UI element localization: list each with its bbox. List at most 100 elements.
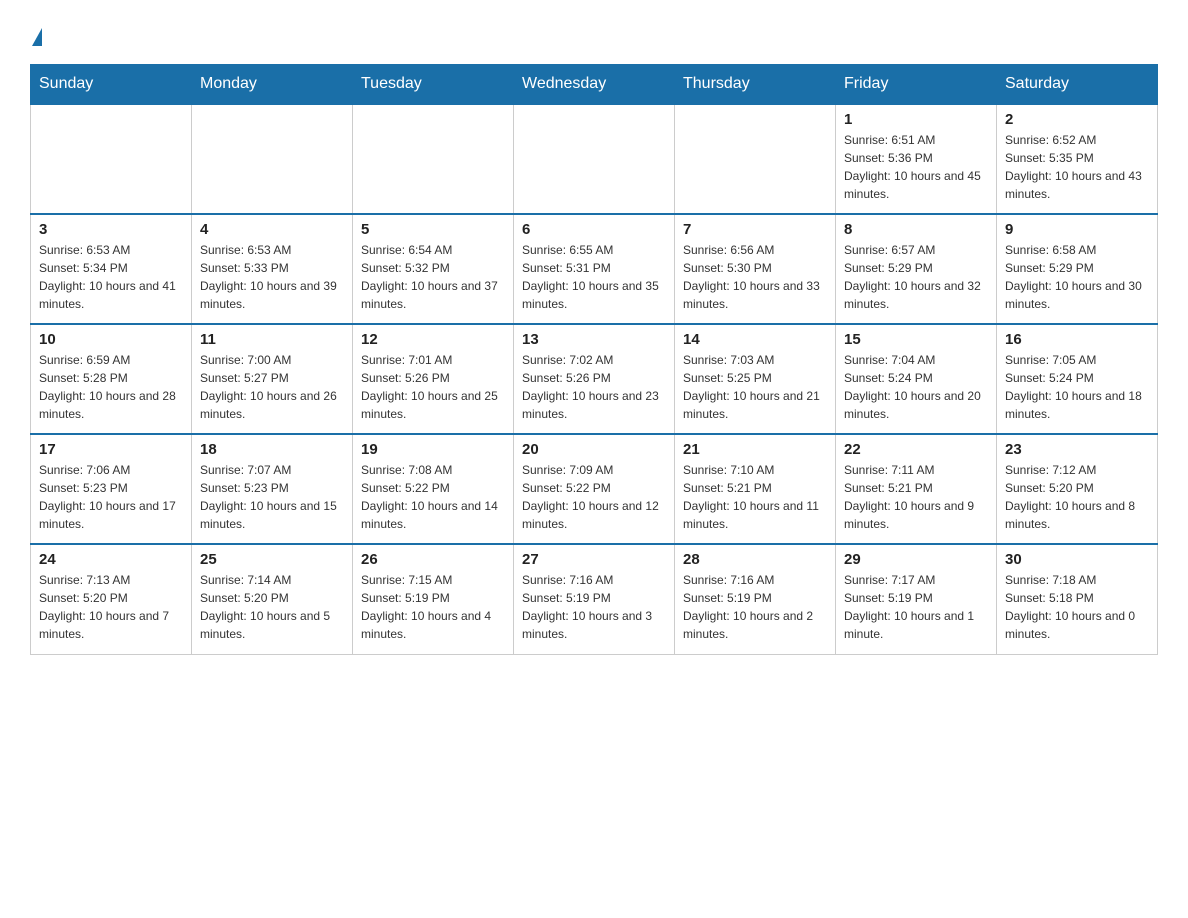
day-info: Sunrise: 6:52 AM Sunset: 5:35 PM Dayligh…	[1005, 131, 1149, 203]
day-of-week-header: Thursday	[675, 65, 836, 105]
day-of-week-header: Wednesday	[514, 65, 675, 105]
calendar-cell: 30 Sunrise: 7:18 AM Sunset: 5:18 PM Dayli…	[997, 544, 1158, 654]
day-number: 10	[39, 331, 183, 348]
logo	[30, 20, 42, 46]
calendar-cell: 7 Sunrise: 6:56 AM Sunset: 5:30 PM Daylig…	[675, 214, 836, 324]
calendar-cell: 1 Sunrise: 6:51 AM Sunset: 5:36 PM Daylig…	[836, 104, 997, 214]
calendar-cell	[675, 104, 836, 214]
day-info: Sunrise: 7:09 AM Sunset: 5:22 PM Dayligh…	[522, 461, 666, 533]
day-of-week-header: Sunday	[31, 65, 192, 105]
day-info: Sunrise: 7:06 AM Sunset: 5:23 PM Dayligh…	[39, 461, 183, 533]
day-info: Sunrise: 7:08 AM Sunset: 5:22 PM Dayligh…	[361, 461, 505, 533]
calendar-cell: 16 Sunrise: 7:05 AM Sunset: 5:24 PM Dayli…	[997, 324, 1158, 434]
calendar-week-row: 10 Sunrise: 6:59 AM Sunset: 5:28 PM Dayli…	[31, 324, 1158, 434]
logo-triangle-icon	[32, 28, 42, 46]
day-number: 23	[1005, 441, 1149, 458]
calendar-cell: 11Sunrise: 7:00 AM Sunset: 5:27 PM Dayli…	[192, 324, 353, 434]
calendar-cell: 27Sunrise: 7:16 AM Sunset: 5:19 PM Dayli…	[514, 544, 675, 654]
calendar-cell: 28 Sunrise: 7:16 AM Sunset: 5:19 PM Dayli…	[675, 544, 836, 654]
day-info: Sunrise: 6:51 AM Sunset: 5:36 PM Dayligh…	[844, 131, 988, 203]
day-info: Sunrise: 7:04 AM Sunset: 5:24 PM Dayligh…	[844, 351, 988, 423]
calendar-cell: 17Sunrise: 7:06 AM Sunset: 5:23 PM Dayli…	[31, 434, 192, 544]
calendar-cell: 21 Sunrise: 7:10 AM Sunset: 5:21 PM Dayli…	[675, 434, 836, 544]
day-info: Sunrise: 6:53 AM Sunset: 5:34 PM Dayligh…	[39, 241, 183, 313]
day-number: 29	[844, 551, 988, 568]
day-info: Sunrise: 7:17 AM Sunset: 5:19 PM Dayligh…	[844, 571, 988, 643]
calendar-cell: 22 Sunrise: 7:11 AM Sunset: 5:21 PM Dayli…	[836, 434, 997, 544]
day-number: 6	[522, 221, 666, 238]
calendar-cell	[514, 104, 675, 214]
calendar-cell: 5 Sunrise: 6:54 AM Sunset: 5:32 PM Daylig…	[353, 214, 514, 324]
day-info: Sunrise: 7:02 AM Sunset: 5:26 PM Dayligh…	[522, 351, 666, 423]
calendar-cell: 13 Sunrise: 7:02 AM Sunset: 5:26 PM Dayli…	[514, 324, 675, 434]
calendar-header-row: SundayMondayTuesdayWednesdayThursdayFrid…	[31, 65, 1158, 105]
calendar-cell: 25 Sunrise: 7:14 AM Sunset: 5:20 PM Dayli…	[192, 544, 353, 654]
calendar-cell: 2 Sunrise: 6:52 AM Sunset: 5:35 PM Daylig…	[997, 104, 1158, 214]
calendar-cell: 12 Sunrise: 7:01 AM Sunset: 5:26 PM Dayli…	[353, 324, 514, 434]
day-number: 5	[361, 221, 505, 238]
day-number: 12	[361, 331, 505, 348]
calendar-cell: 10 Sunrise: 6:59 AM Sunset: 5:28 PM Dayli…	[31, 324, 192, 434]
day-info: Sunrise: 6:56 AM Sunset: 5:30 PM Dayligh…	[683, 241, 827, 313]
day-number: 9	[1005, 221, 1149, 238]
calendar-cell: 3 Sunrise: 6:53 AM Sunset: 5:34 PM Daylig…	[31, 214, 192, 324]
day-number: 11	[200, 331, 344, 348]
day-number: 3	[39, 221, 183, 238]
calendar-cell: 9 Sunrise: 6:58 AM Sunset: 5:29 PM Daylig…	[997, 214, 1158, 324]
calendar-cell: 4 Sunrise: 6:53 AM Sunset: 5:33 PM Daylig…	[192, 214, 353, 324]
day-info: Sunrise: 7:07 AM Sunset: 5:23 PM Dayligh…	[200, 461, 344, 533]
calendar-cell: 19 Sunrise: 7:08 AM Sunset: 5:22 PM Dayli…	[353, 434, 514, 544]
day-number: 2	[1005, 111, 1149, 128]
day-info: Sunrise: 7:18 AM Sunset: 5:18 PM Dayligh…	[1005, 571, 1149, 643]
day-info: Sunrise: 6:59 AM Sunset: 5:28 PM Dayligh…	[39, 351, 183, 423]
day-info: Sunrise: 6:53 AM Sunset: 5:33 PM Dayligh…	[200, 241, 344, 313]
day-number: 22	[844, 441, 988, 458]
page-header	[30, 20, 1158, 46]
calendar-cell	[192, 104, 353, 214]
day-number: 15	[844, 331, 988, 348]
day-number: 18	[200, 441, 344, 458]
day-number: 24	[39, 551, 183, 568]
day-info: Sunrise: 6:58 AM Sunset: 5:29 PM Dayligh…	[1005, 241, 1149, 313]
calendar-cell	[31, 104, 192, 214]
day-number: 7	[683, 221, 827, 238]
calendar-week-row: 3 Sunrise: 6:53 AM Sunset: 5:34 PM Daylig…	[31, 214, 1158, 324]
calendar-cell: 24 Sunrise: 7:13 AM Sunset: 5:20 PM Dayli…	[31, 544, 192, 654]
calendar-cell: 14 Sunrise: 7:03 AM Sunset: 5:25 PM Dayli…	[675, 324, 836, 434]
day-info: Sunrise: 7:13 AM Sunset: 5:20 PM Dayligh…	[39, 571, 183, 643]
day-number: 21	[683, 441, 827, 458]
day-of-week-header: Saturday	[997, 65, 1158, 105]
day-number: 8	[844, 221, 988, 238]
day-info: Sunrise: 7:12 AM Sunset: 5:20 PM Dayligh…	[1005, 461, 1149, 533]
calendar-cell: 8 Sunrise: 6:57 AM Sunset: 5:29 PM Daylig…	[836, 214, 997, 324]
day-info: Sunrise: 7:01 AM Sunset: 5:26 PM Dayligh…	[361, 351, 505, 423]
day-number: 1	[844, 111, 988, 128]
day-info: Sunrise: 6:54 AM Sunset: 5:32 PM Dayligh…	[361, 241, 505, 313]
calendar-cell	[353, 104, 514, 214]
day-number: 30	[1005, 551, 1149, 568]
day-number: 13	[522, 331, 666, 348]
day-info: Sunrise: 7:14 AM Sunset: 5:20 PM Dayligh…	[200, 571, 344, 643]
day-number: 28	[683, 551, 827, 568]
day-info: Sunrise: 6:55 AM Sunset: 5:31 PM Dayligh…	[522, 241, 666, 313]
day-of-week-header: Friday	[836, 65, 997, 105]
calendar-table: SundayMondayTuesdayWednesdayThursdayFrid…	[30, 64, 1158, 655]
day-info: Sunrise: 7:03 AM Sunset: 5:25 PM Dayligh…	[683, 351, 827, 423]
day-info: Sunrise: 7:10 AM Sunset: 5:21 PM Dayligh…	[683, 461, 827, 533]
calendar-cell: 23 Sunrise: 7:12 AM Sunset: 5:20 PM Dayli…	[997, 434, 1158, 544]
day-number: 16	[1005, 331, 1149, 348]
day-of-week-header: Tuesday	[353, 65, 514, 105]
day-info: Sunrise: 7:16 AM Sunset: 5:19 PM Dayligh…	[683, 571, 827, 643]
day-info: Sunrise: 7:05 AM Sunset: 5:24 PM Dayligh…	[1005, 351, 1149, 423]
day-number: 25	[200, 551, 344, 568]
day-info: Sunrise: 6:57 AM Sunset: 5:29 PM Dayligh…	[844, 241, 988, 313]
day-number: 4	[200, 221, 344, 238]
day-info: Sunrise: 7:11 AM Sunset: 5:21 PM Dayligh…	[844, 461, 988, 533]
day-info: Sunrise: 7:15 AM Sunset: 5:19 PM Dayligh…	[361, 571, 505, 643]
day-number: 20	[522, 441, 666, 458]
calendar-week-row: 24 Sunrise: 7:13 AM Sunset: 5:20 PM Dayli…	[31, 544, 1158, 654]
day-number: 19	[361, 441, 505, 458]
calendar-week-row: 1 Sunrise: 6:51 AM Sunset: 5:36 PM Daylig…	[31, 104, 1158, 214]
day-number: 26	[361, 551, 505, 568]
day-number: 14	[683, 331, 827, 348]
